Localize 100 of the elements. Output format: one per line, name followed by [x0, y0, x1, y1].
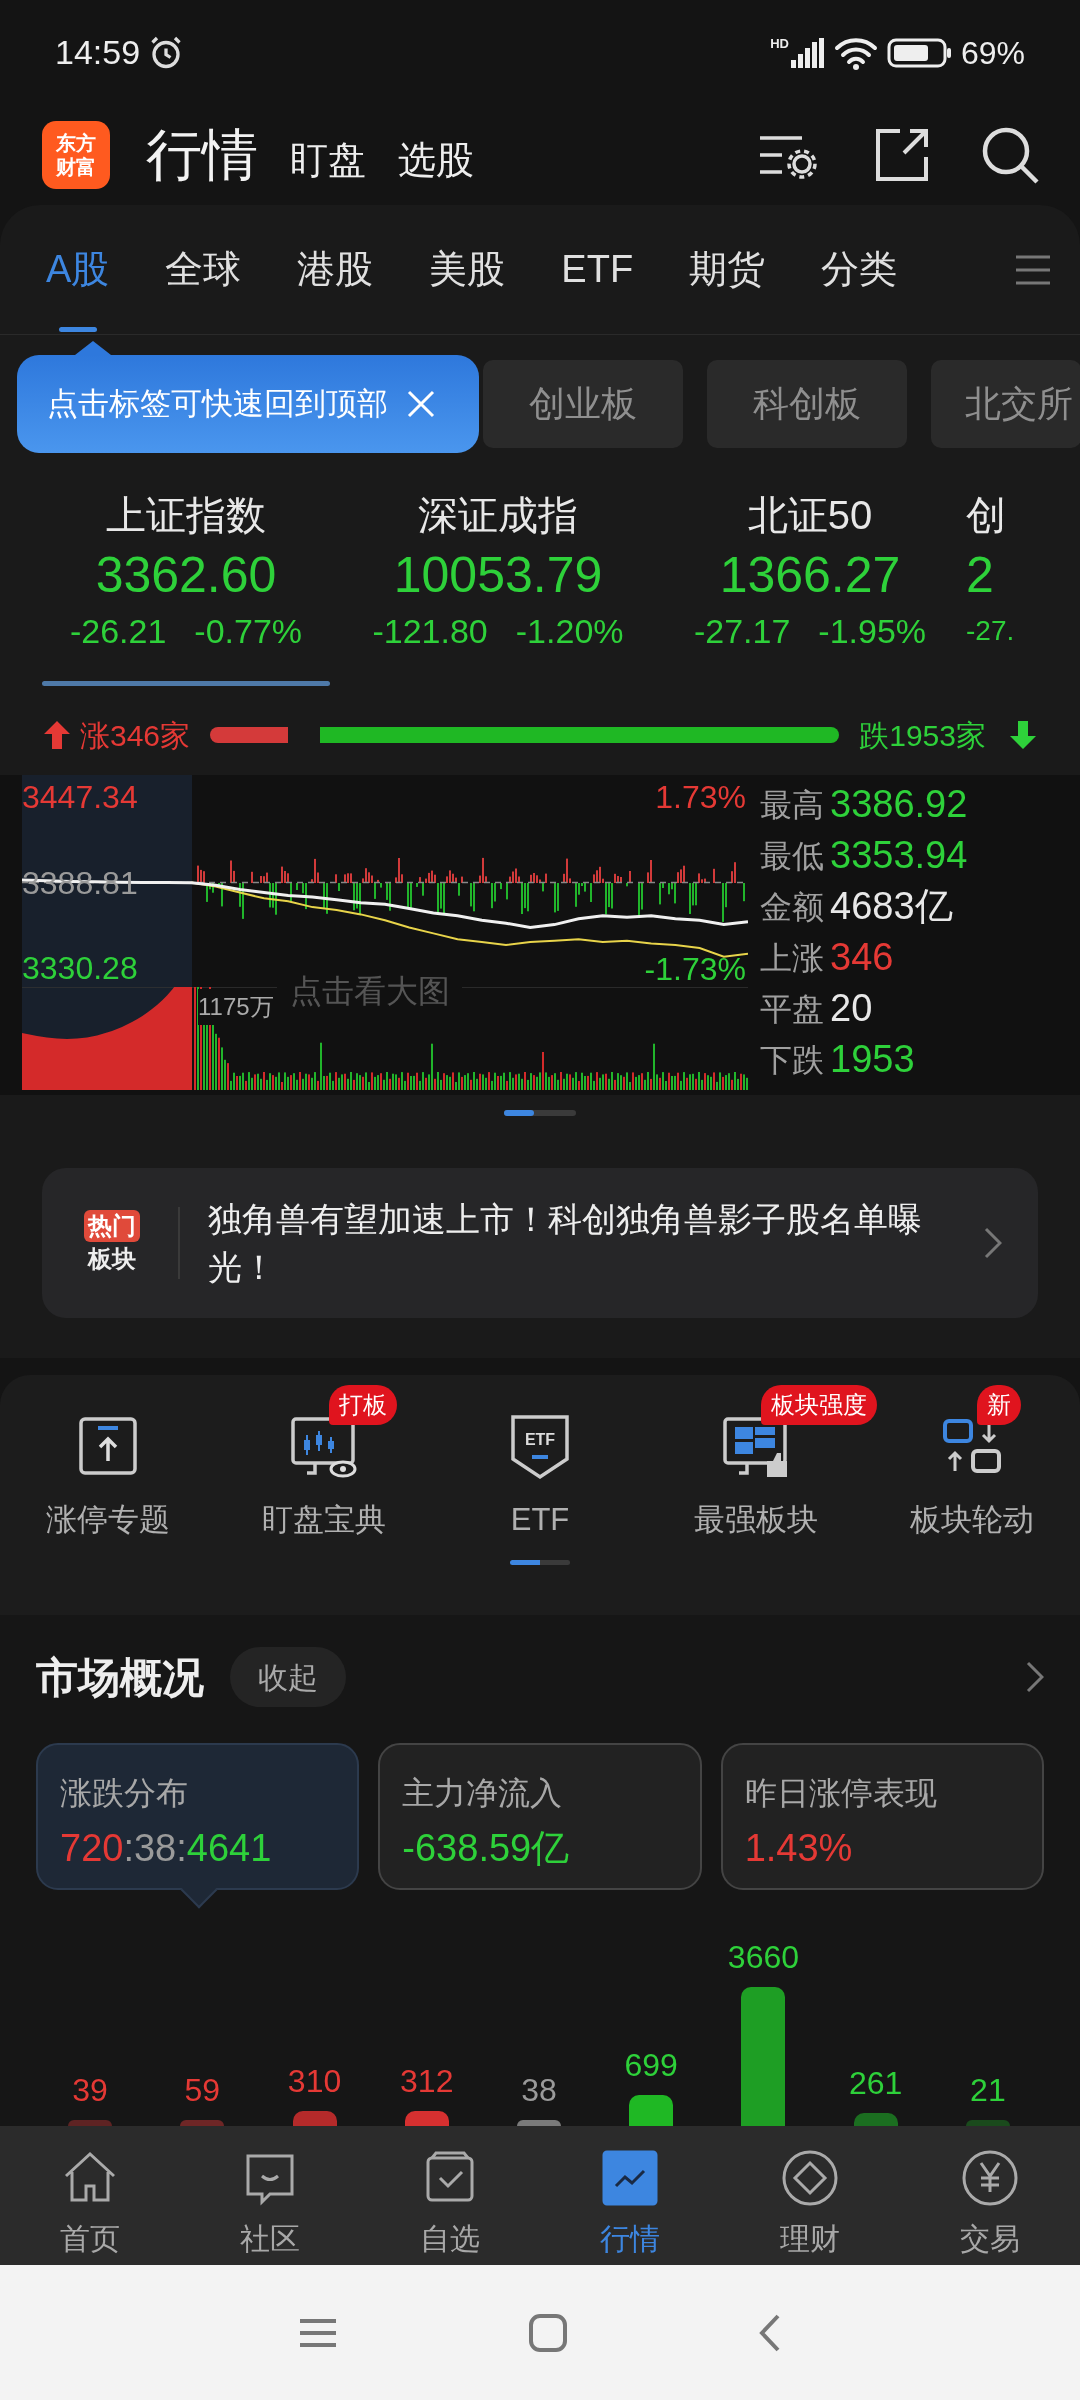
stat-label: 平盘: [760, 989, 824, 1029]
stat-value: 20: [830, 986, 873, 1031]
badge: 板块强度: [761, 1385, 877, 1425]
index-change: -27.17: [693, 611, 791, 652]
page-indicator-icon: [504, 1109, 576, 1116]
index-percent: -0.77%: [194, 611, 303, 652]
page-title: 行情: [146, 122, 258, 188]
index-value: 3362.60: [95, 546, 277, 605]
bar-value: 38: [521, 2071, 557, 2110]
back-icon[interactable]: [758, 2312, 782, 2353]
nav-tab[interactable]: 首页: [0, 2126, 180, 2265]
card-value: 720:38:4641: [60, 1826, 272, 1871]
shortcut-label[interactable]: ETF: [510, 1497, 570, 1544]
nav-tab[interactable]: 社区: [180, 2126, 360, 2265]
stat-value: 3353.94: [830, 833, 968, 878]
market-tab[interactable]: 港股: [295, 205, 376, 334]
axis-label: 3447.34: [22, 779, 138, 815]
shortcut-label[interactable]: 涨停专题: [46, 1497, 170, 1544]
chevron-right-icon: [984, 1227, 1002, 1259]
tooltip-text: 点击标签可快速回到顶部: [47, 384, 388, 423]
market-tab[interactable]: 全球: [163, 205, 244, 334]
index-card[interactable]: 深证成指 10053.79 -121.80 -1.20%: [342, 470, 654, 700]
index-card[interactable]: 创 2 -27.: [966, 470, 1014, 700]
rise-count: 涨346家: [80, 717, 191, 754]
bar-value: 312: [400, 2061, 454, 2101]
stat-value: 3386.92: [830, 782, 968, 827]
card-title: 涨跌分布: [60, 1774, 188, 1813]
overview-card[interactable]: 昨日涨停表现 1.43%: [720, 1743, 1044, 1890]
card-value: 1.43%: [744, 1826, 853, 1871]
index-card[interactable]: 上证指数 3362.60 -26.21 -0.77%: [30, 470, 342, 700]
section-title: 市场概况: [36, 1652, 204, 1703]
bar-value: 310: [287, 2061, 342, 2101]
menu-icon[interactable]: [1016, 253, 1050, 286]
market-tab[interactable]: 期货: [687, 205, 768, 334]
header-link[interactable]: 选股: [398, 131, 474, 189]
status-time: 14:59: [55, 32, 141, 73]
badge: 新: [977, 1385, 1021, 1425]
down-arrow-icon: [1010, 721, 1036, 749]
shortcut-label[interactable]: 最强板块: [694, 1497, 818, 1544]
menu-icon[interactable]: [298, 2317, 338, 2348]
bar-value: 699: [624, 2045, 678, 2085]
card-title: 主力净流入: [402, 1774, 563, 1813]
stat-label: 最低: [760, 836, 824, 876]
nav-tab[interactable]: 理财: [720, 2126, 900, 2265]
hot-topic-card[interactable]: 热门 板块 独角兽有望加速上市！科创独角兽影子股名单曝光！: [42, 1168, 1038, 1318]
index-change: -121.80: [372, 611, 488, 652]
hot-tag: 热门: [84, 1210, 140, 1242]
network-label: HD: [770, 37, 789, 50]
up-arrow-icon: [44, 721, 70, 749]
overview-card[interactable]: 涨跌分布 720:38:4641: [36, 1743, 360, 1890]
board-chip[interactable]: 科创板: [707, 360, 907, 448]
index-name: 深证成指: [418, 492, 578, 539]
sector-label: 板块: [88, 1244, 136, 1274]
shortcut-label[interactable]: 板块轮动: [910, 1497, 1034, 1544]
market-tab[interactable]: A股: [44, 205, 112, 334]
collapse-button[interactable]: 收起: [230, 1647, 346, 1707]
nav-tab[interactable]: 自选: [360, 2126, 540, 2265]
bar-value: 39: [72, 2071, 108, 2110]
market-tab[interactable]: 分类: [819, 205, 900, 334]
signal-icon: [790, 38, 825, 68]
overview-card[interactable]: 主力净流入 -638.59亿: [378, 1743, 702, 1890]
chevron-right-icon[interactable]: [1026, 1661, 1044, 1693]
bar-value: 59: [184, 2071, 221, 2110]
yen-circle-icon: [960, 2148, 1020, 2208]
board-chip[interactable]: 创业板: [483, 360, 683, 448]
home-button-icon[interactable]: [528, 2312, 568, 2353]
index-name: 上证指数: [106, 492, 266, 539]
search-icon[interactable]: [980, 125, 1040, 185]
bar-value: 21: [970, 2071, 1006, 2110]
badge: 打板: [329, 1385, 397, 1425]
index-value: 2: [966, 546, 994, 605]
wifi-icon: [832, 35, 879, 70]
index-card[interactable]: 北证50 1366.27 -27.17 -1.95%: [654, 470, 966, 700]
volume-label: 1175万: [198, 989, 274, 1025]
shortcut-label[interactable]: 盯盘宝典: [262, 1497, 386, 1544]
index-percent: -1.95%: [818, 611, 927, 652]
board-chip[interactable]: 北交所: [931, 360, 1080, 448]
diamond-circle-icon: [780, 2148, 840, 2208]
axis-label: 3330.28: [22, 950, 138, 987]
close-icon[interactable]: [406, 389, 436, 419]
headline-text: 独角兽有望加速上市！科创独角兽影子股名单曝光！: [208, 1199, 923, 1288]
nav-tab[interactable]: 行情: [540, 2126, 720, 2265]
index-value: 1366.27: [719, 546, 901, 605]
share-icon[interactable]: [874, 127, 930, 183]
stat-value: 1953: [830, 1037, 915, 1082]
percent-label: -1.73%: [644, 951, 746, 987]
battery-percent: 69%: [960, 33, 1025, 73]
stat-label: 金额: [760, 887, 824, 927]
index-change: -26.21: [69, 611, 167, 652]
index-name: 北证50: [747, 492, 873, 539]
bar-value: 261: [848, 2064, 903, 2104]
stat-label: 最高: [760, 785, 824, 825]
market-tab[interactable]: 美股: [427, 205, 508, 334]
market-tab[interactable]: ETF: [559, 205, 636, 334]
index-value: 10053.79: [393, 546, 603, 605]
index-percent: -1.20%: [515, 611, 624, 652]
header-link[interactable]: 盯盘: [290, 131, 366, 189]
index-change: -27.: [966, 614, 1015, 648]
stat-value: 4683亿: [830, 884, 953, 929]
nav-tab[interactable]: 交易: [900, 2126, 1080, 2265]
